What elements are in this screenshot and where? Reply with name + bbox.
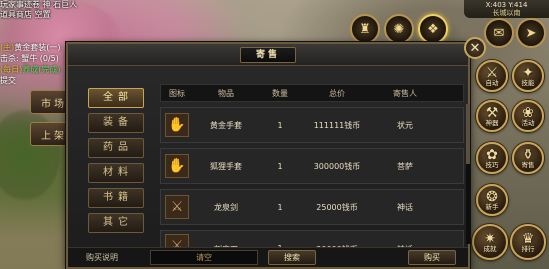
player-status-text: 玩家事迹卷 神 石巨人 道具商店 空置	[0, 0, 120, 20]
consignment-panel: 寄售 全部 装备 药品 材料 书籍 其它 图标 物品 数量 总价 寄售人 ✋ 黄…	[66, 42, 470, 269]
sword-icon: ⚔	[165, 195, 189, 219]
minimap-readout[interactable]: X:403 Y:414 长城以南	[464, 0, 549, 18]
fire-icon[interactable]: ✺	[384, 14, 414, 44]
item-qty: 1	[277, 120, 283, 130]
event-icon: ❀	[522, 104, 534, 121]
rank-icon: ♛	[521, 230, 535, 247]
event-button[interactable]: ❀ 活动	[512, 100, 544, 132]
coordinates: X:403 Y:414	[485, 1, 528, 9]
table-row[interactable]: ✋ 黄金手套 1 111111钱币 状元	[160, 107, 464, 143]
newbie-icon: ❂	[486, 188, 498, 205]
item-name: 龙泉剑	[214, 202, 238, 212]
tips-icon: ✿	[486, 146, 498, 163]
category-materials[interactable]: 材料	[88, 163, 144, 183]
item-qty: 1	[277, 202, 283, 212]
armor-icon[interactable]: ♜	[350, 14, 380, 44]
column-header-item: 物品	[218, 88, 234, 98]
skill-icon: ✦	[522, 64, 534, 81]
category-all[interactable]: 全部	[88, 88, 144, 108]
consign-icon: ⚱	[522, 146, 534, 163]
status-line: 玩家事迹卷 神 石巨人	[0, 0, 78, 9]
item-price: 300000钱币	[313, 161, 361, 171]
status-line: 道具商店 空置	[0, 10, 51, 19]
column-header-qty: 数量	[272, 88, 288, 98]
close-button[interactable]: ✕	[464, 37, 486, 59]
location-name: 长城以南	[492, 9, 521, 17]
skill-button[interactable]: ✦ 技能	[512, 60, 544, 92]
category-medicine[interactable]: 药品	[88, 138, 144, 158]
search-input[interactable]: 请空	[150, 250, 258, 265]
item-name: 黄金手套	[210, 120, 242, 130]
arrow-icon[interactable]: ➤	[516, 18, 546, 48]
close-icon: ✕	[469, 40, 481, 56]
listing-scrollbar[interactable]	[466, 104, 470, 244]
artifact-button[interactable]: ⚒ 神器	[476, 100, 508, 132]
tips-button[interactable]: ✿ 技巧	[476, 142, 508, 174]
category-books[interactable]: 书籍	[88, 188, 144, 208]
artifact-icon: ⚒	[485, 104, 499, 121]
buy-instructions-link[interactable]: 购买说明	[86, 252, 118, 263]
item-seller: 菩萨	[397, 161, 413, 171]
item-price: 111111钱币	[313, 120, 361, 130]
auto-button[interactable]: ⚔ 自动	[476, 60, 508, 92]
table-header: 图标 物品 数量 总价 寄售人	[160, 84, 464, 102]
search-button[interactable]: 搜索	[268, 250, 316, 265]
mail-icon[interactable]: ✉	[484, 18, 514, 48]
newbie-button[interactable]: ❂ 新手	[476, 184, 508, 216]
item-seller: 神话	[397, 202, 413, 212]
rank-button[interactable]: ♛ 排行	[510, 224, 546, 260]
gift-icon[interactable]: ❖	[418, 14, 448, 44]
table-row[interactable]: ⚔ 龙泉剑 1 25000钱币 神话	[160, 189, 464, 225]
achievement-button[interactable]: ✷ 成就	[472, 224, 508, 260]
consign-button[interactable]: ⚱ 寄售	[512, 142, 544, 174]
category-list: 全部 装备 药品 材料 书籍 其它	[88, 88, 144, 238]
item-seller: 状元	[397, 120, 413, 130]
auto-icon: ⚔	[485, 64, 499, 81]
category-other[interactable]: 其它	[88, 213, 144, 233]
buy-button[interactable]: 购买	[408, 250, 456, 265]
column-header-seller: 寄售人	[393, 88, 417, 98]
gloves-gold-icon: ✋	[165, 113, 189, 137]
panel-title: 寄售	[240, 47, 296, 63]
panel-bottom-bar: 购买说明 请空 搜索 购买	[68, 247, 468, 267]
gloves-fox-icon: ✋	[165, 154, 189, 178]
category-equipment[interactable]: 装备	[88, 113, 144, 133]
column-header-icon: 图标	[169, 88, 185, 98]
listing-table: 图标 物品 数量 总价 寄售人 ✋ 黄金手套 1 111111钱币 状元 ✋ 狐…	[160, 84, 464, 252]
item-qty: 1	[277, 161, 283, 171]
item-name: 狐狸手套	[210, 161, 242, 171]
achievement-icon: ✷	[484, 230, 496, 247]
column-header-price: 总价	[329, 88, 345, 98]
scrollbar-thumb[interactable]	[466, 104, 470, 164]
item-price: 25000钱币	[316, 202, 358, 212]
table-row[interactable]: ✋ 狐狸手套 1 300000钱币 菩萨	[160, 148, 464, 184]
